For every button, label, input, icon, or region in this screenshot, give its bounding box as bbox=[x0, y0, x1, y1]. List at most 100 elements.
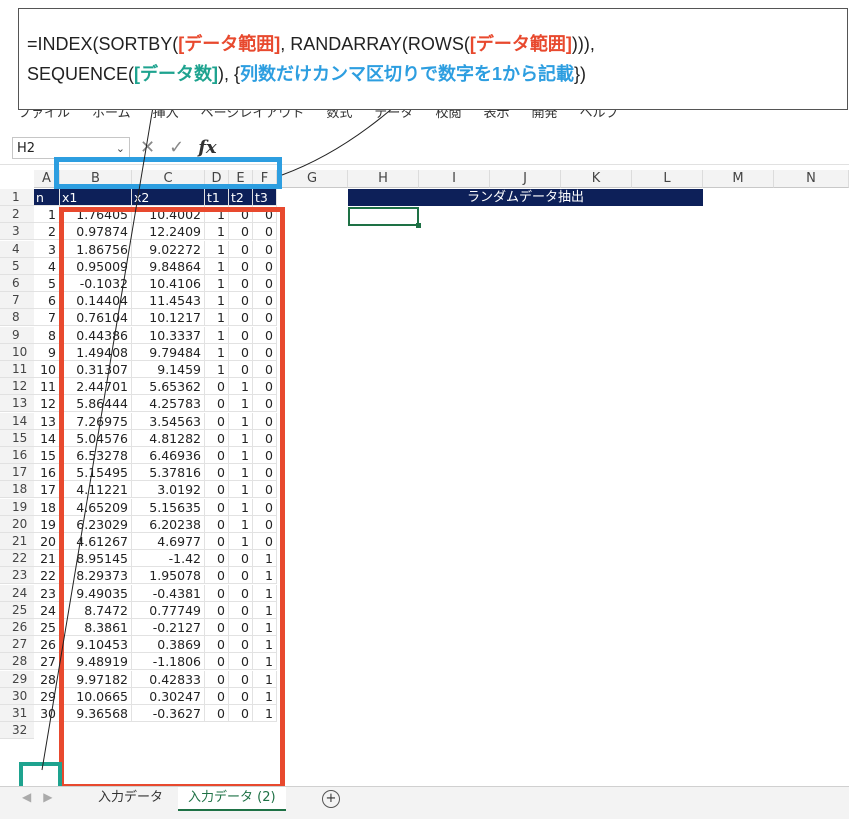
table-cell[interactable]: 9 bbox=[34, 343, 60, 361]
cancel-icon[interactable]: ✕ bbox=[140, 137, 155, 159]
table-cell[interactable]: 3 bbox=[34, 240, 60, 258]
row-header[interactable]: 3 bbox=[0, 223, 34, 241]
row-header[interactable]: 31 bbox=[0, 705, 34, 722]
table-cell[interactable]: 27 bbox=[34, 653, 60, 671]
table-cell[interactable]: 19 bbox=[34, 515, 60, 533]
table-cell[interactable]: 2 bbox=[34, 223, 60, 241]
column-header[interactable]: K bbox=[561, 170, 632, 188]
row-header[interactable]: 13 bbox=[0, 395, 34, 413]
table-cell[interactable]: 4 bbox=[34, 257, 60, 275]
table-cell[interactable]: 7 bbox=[34, 309, 60, 327]
column-count-highlight bbox=[54, 157, 282, 189]
column-header[interactable]: M bbox=[703, 170, 774, 188]
name-box[interactable]: H2 ⌄ bbox=[12, 137, 130, 159]
active-cell-H2[interactable] bbox=[348, 207, 421, 228]
table-cell[interactable]: 30 bbox=[34, 705, 60, 722]
table-cell[interactable]: 18 bbox=[34, 498, 60, 516]
table-cell[interactable]: 10 bbox=[34, 361, 60, 378]
callout-text: ))), bbox=[571, 34, 595, 54]
table-cell[interactable]: 11 bbox=[34, 378, 60, 396]
row-header[interactable]: 30 bbox=[0, 687, 34, 705]
table-cell[interactable]: 26 bbox=[34, 636, 60, 654]
sheet-tab-input-data-2[interactable]: 入力データ (2) bbox=[178, 787, 286, 811]
row-header[interactable]: 24 bbox=[0, 584, 34, 602]
table-cell[interactable]: 29 bbox=[34, 687, 60, 705]
formula-buttons: ✕ ✓ fx bbox=[140, 137, 217, 159]
row-header[interactable]: 17 bbox=[0, 464, 34, 482]
row-header[interactable]: 11 bbox=[0, 361, 34, 378]
row-header[interactable]: 18 bbox=[0, 481, 34, 499]
formula-callout: =INDEX(SORTBY([データ範囲], RANDARRAY(ROWS([デ… bbox=[18, 8, 848, 110]
row-header[interactable]: 9 bbox=[0, 326, 34, 344]
column-header[interactable]: J bbox=[490, 170, 561, 188]
table-cell[interactable]: 8 bbox=[34, 326, 60, 344]
table-cell[interactable]: 22 bbox=[34, 567, 60, 585]
row-header[interactable]: 29 bbox=[0, 670, 34, 688]
column-header[interactable]: N bbox=[774, 170, 849, 188]
table-cell[interactable]: 15 bbox=[34, 447, 60, 464]
header-cell[interactable]: n bbox=[34, 189, 60, 206]
callout-data-range: [データ範囲] bbox=[469, 34, 572, 54]
table-cell[interactable]: 12 bbox=[34, 395, 60, 413]
table-cell[interactable]: 14 bbox=[34, 429, 60, 447]
row-header[interactable]: 10 bbox=[0, 343, 34, 361]
header-cell[interactable]: x1 bbox=[60, 189, 132, 206]
check-icon[interactable]: ✓ bbox=[169, 137, 184, 159]
row-header[interactable]: 6 bbox=[0, 275, 34, 292]
table-cell[interactable]: 1 bbox=[34, 206, 60, 224]
row-header[interactable]: 22 bbox=[0, 550, 34, 568]
callout-data-count: [データ数] bbox=[134, 64, 219, 84]
row-header[interactable]: 12 bbox=[0, 378, 34, 396]
table-cell[interactable]: 6 bbox=[34, 292, 60, 310]
row-header[interactable]: 32 bbox=[0, 722, 34, 740]
column-header[interactable]: G bbox=[277, 170, 348, 188]
add-sheet-icon[interactable]: + bbox=[322, 790, 340, 808]
row-header[interactable]: 4 bbox=[0, 240, 34, 258]
column-header[interactable]: H bbox=[348, 170, 419, 188]
table-cell[interactable]: 28 bbox=[34, 670, 60, 688]
row-header[interactable]: 2 bbox=[0, 206, 34, 224]
table-cell[interactable]: 13 bbox=[34, 412, 60, 430]
row-header[interactable]: 16 bbox=[0, 447, 34, 464]
sheet-tab-input-data[interactable]: 入力データ bbox=[88, 787, 173, 809]
header-cell[interactable]: t1 bbox=[205, 189, 229, 206]
callout-line-2: SEQUENCE([データ数]), {列数だけカンマ区切りで数字を1から記載}) bbox=[27, 59, 839, 89]
table-cell[interactable]: 23 bbox=[34, 584, 60, 602]
column-header[interactable]: L bbox=[632, 170, 703, 188]
callout-text: SEQUENCE( bbox=[27, 64, 135, 84]
row-header[interactable]: 20 bbox=[0, 515, 34, 533]
row-header[interactable]: 15 bbox=[0, 429, 34, 447]
row-header[interactable]: 21 bbox=[0, 533, 34, 550]
callout-text: , RANDARRAY(ROWS( bbox=[280, 34, 470, 54]
callout-data-range: [データ範囲] bbox=[178, 34, 281, 54]
table-cell[interactable]: 24 bbox=[34, 601, 60, 619]
row-header[interactable]: 1 bbox=[0, 189, 34, 206]
callout-text: =INDEX(SORTBY( bbox=[27, 34, 179, 54]
row-header[interactable]: 5 bbox=[0, 257, 34, 275]
row-header[interactable]: 27 bbox=[0, 636, 34, 654]
table-cell[interactable]: 17 bbox=[34, 481, 60, 499]
callout-text: }) bbox=[574, 64, 587, 84]
table-cell[interactable]: 20 bbox=[34, 533, 60, 550]
table-cell[interactable]: 21 bbox=[34, 550, 60, 568]
table-cell[interactable]: 16 bbox=[34, 464, 60, 482]
row-header[interactable]: 8 bbox=[0, 309, 34, 327]
row-header[interactable]: 23 bbox=[0, 567, 34, 585]
data-range-highlight bbox=[59, 207, 285, 789]
header-cell[interactable]: t2 bbox=[229, 189, 253, 206]
column-header[interactable]: I bbox=[419, 170, 490, 188]
row-header[interactable]: 14 bbox=[0, 412, 34, 430]
table-cell[interactable]: 5 bbox=[34, 275, 60, 292]
header-cell[interactable]: x2 bbox=[132, 189, 205, 206]
row-header[interactable]: 28 bbox=[0, 653, 34, 671]
row-header[interactable]: 26 bbox=[0, 619, 34, 636]
row-header[interactable]: 25 bbox=[0, 601, 34, 619]
sheet-nav-arrows-icon[interactable]: ◀▶ bbox=[22, 790, 64, 804]
insert-function-icon[interactable]: fx bbox=[198, 137, 216, 159]
row-header[interactable]: 7 bbox=[0, 292, 34, 310]
callout-line-1: =INDEX(SORTBY([データ範囲], RANDARRAY(ROWS([デ… bbox=[27, 29, 839, 59]
header-cell[interactable]: t3 bbox=[253, 189, 277, 206]
random-data-title: ランダムデータ抽出 bbox=[348, 189, 703, 206]
row-header[interactable]: 19 bbox=[0, 498, 34, 516]
table-cell[interactable]: 25 bbox=[34, 619, 60, 636]
